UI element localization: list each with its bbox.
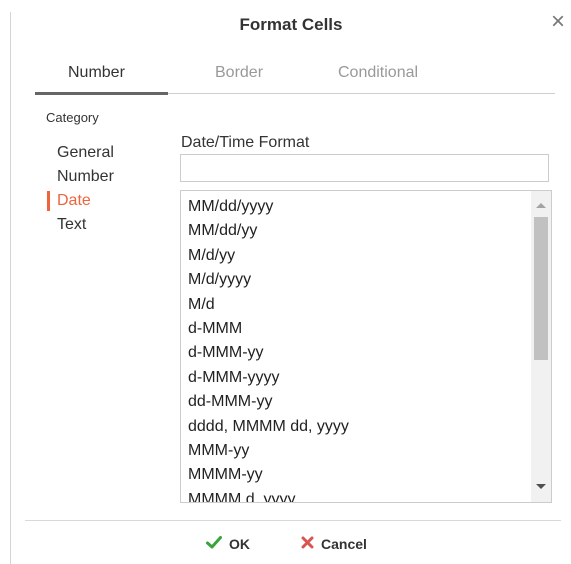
tab-number[interactable]: Number [68, 64, 125, 82]
check-icon [206, 536, 222, 552]
format-option[interactable]: MM/dd/yyyy [188, 195, 349, 219]
category-item-date[interactable]: Date [47, 189, 114, 213]
category-list: General Number Date Text [47, 141, 114, 237]
format-option[interactable]: d-MMM-yyyy [188, 366, 349, 390]
tab-border[interactable]: Border [215, 64, 263, 82]
listbox-scrollbar[interactable] [531, 191, 551, 502]
footer-divider [25, 520, 561, 521]
x-icon [301, 536, 314, 552]
format-cells-dialog: Format Cells × Number Border Conditional… [0, 0, 571, 564]
format-option[interactable]: d-MMM [188, 317, 349, 341]
format-option[interactable]: MM/dd/yy [188, 219, 349, 243]
format-option[interactable]: M/d/yyyy [188, 268, 349, 292]
format-option[interactable]: MMM-yy [188, 439, 349, 463]
ok-label: OK [229, 536, 250, 552]
format-listbox[interactable]: MM/dd/yyyy MM/dd/yy M/d/yy M/d/yyyy M/d d-MMM… [180, 190, 552, 503]
format-option[interactable]: MMMM d, yyyy [188, 488, 349, 502]
category-item-number[interactable]: Number [47, 165, 114, 189]
close-icon[interactable]: × [551, 10, 565, 34]
scroll-down-arrow-icon[interactable] [536, 484, 546, 489]
category-label: Category [46, 110, 99, 125]
tab-divider [168, 93, 555, 94]
format-option[interactable]: dddd, MMMM dd, yyyy [188, 415, 349, 439]
category-item-text[interactable]: Text [47, 213, 114, 237]
category-item-general[interactable]: General [47, 141, 114, 165]
format-option[interactable]: MMMM-yy [188, 463, 349, 487]
cancel-label: Cancel [321, 536, 367, 552]
active-tab-indicator [35, 92, 168, 95]
ok-button[interactable]: OK [206, 536, 250, 552]
format-option[interactable]: d-MMM-yy [188, 341, 349, 365]
format-option[interactable]: M/d [188, 293, 349, 317]
dialog-title: Format Cells [239, 15, 343, 34]
tab-conditional[interactable]: Conditional [338, 64, 418, 82]
cancel-button[interactable]: Cancel [301, 536, 367, 552]
format-option[interactable]: M/d/yy [188, 244, 349, 268]
date-time-format-label: Date/Time Format [181, 134, 310, 151]
format-options: MM/dd/yyyy MM/dd/yy M/d/yy M/d/yyyy M/d d-MMM… [188, 195, 349, 502]
format-option[interactable]: dd-MMM-yy [188, 390, 349, 414]
dialog-border [10, 12, 11, 564]
date-time-format-input[interactable] [180, 154, 549, 182]
scrollbar-thumb[interactable] [534, 217, 548, 360]
scroll-up-arrow-icon[interactable] [536, 203, 546, 208]
